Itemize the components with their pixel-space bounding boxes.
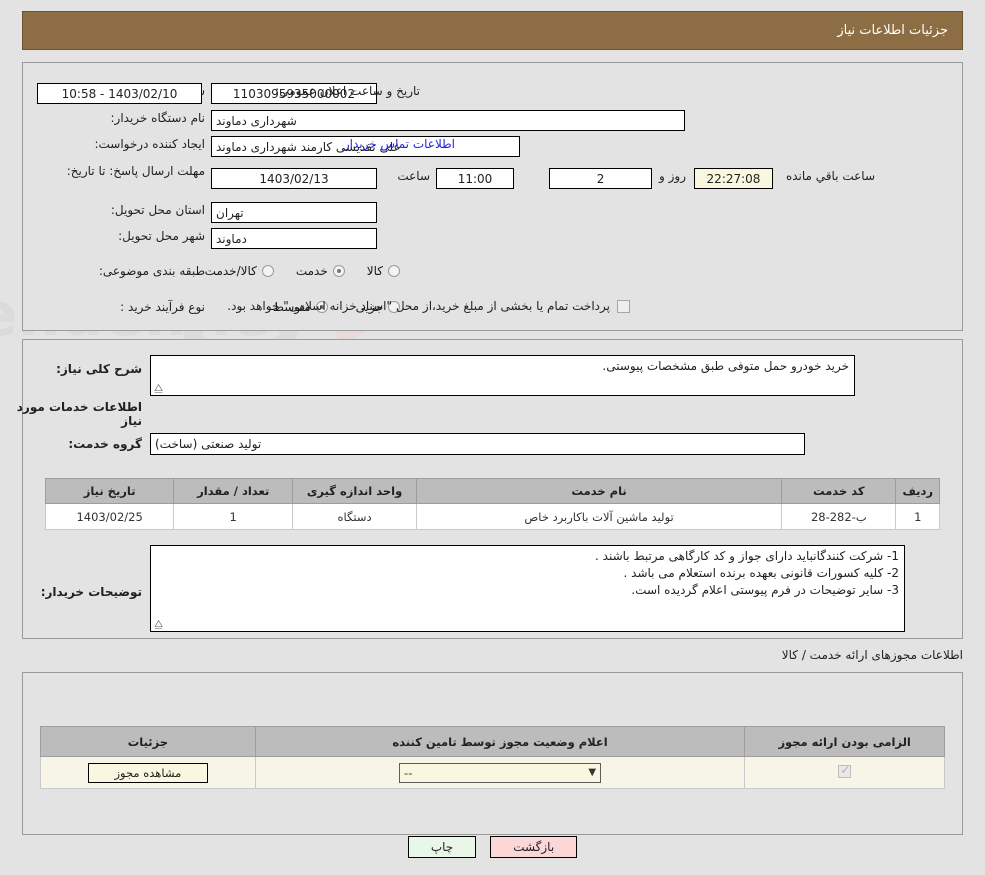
- remaining-days-field: 2: [549, 168, 652, 189]
- province-label: استان محل تحویل:: [110, 203, 205, 217]
- col-quantity: تعداد / مقدار: [173, 478, 294, 504]
- days-word-row: روز و: [659, 169, 686, 183]
- creator-label-row: ایجاد کننده درخواست:: [94, 137, 205, 151]
- buyer-org-label-row: نام دستگاه خریدار:: [111, 111, 206, 125]
- services-table-header-row: ردیف کد خدمت نام خدمت واحد اندازه گیری ت…: [44, 478, 940, 504]
- treasury-checkbox-icon[interactable]: [617, 299, 630, 313]
- deadline-label: مهلت ارسال پاسخ: تا تاریخ:: [66, 164, 205, 178]
- deadline-time-label: ساعت: [397, 169, 430, 183]
- permits-table: الزامی بودن ارائه مجوز اعلام وضعیت مجوز …: [40, 726, 945, 789]
- page-root: AriaTender.net جزئیات اطلاعات نیاز شماره…: [0, 0, 985, 875]
- buyer-note-line: 3- سایر توضیحات در فرم پیوستی اعلام گردی…: [631, 583, 899, 597]
- print-button[interactable]: چاپ: [407, 836, 477, 858]
- footer-button-bar: بازگشت چاپ: [0, 836, 985, 858]
- creator-label: ایجاد کننده درخواست:: [94, 137, 205, 151]
- description-textarea[interactable]: خرید خودرو حمل متوفی طبق مشخصات پیوستی. …: [150, 355, 855, 396]
- province-field: تهران: [211, 202, 377, 223]
- radio-icon[interactable]: [332, 265, 345, 277]
- province-label-row: استان محل تحویل:: [111, 203, 205, 217]
- col-date: تاریخ نیاز: [44, 478, 175, 504]
- deadline-date-field: 1403/02/13: [211, 168, 377, 189]
- cell-permit-details: مشاهده مجوز: [40, 756, 256, 789]
- cell-unit: دستگاه: [292, 503, 417, 530]
- category-option-kala-khedmat[interactable]: کالا/خدمت: [205, 264, 274, 278]
- city-field: دماوند: [211, 228, 377, 249]
- resize-grip-icon[interactable]: ⧋: [153, 384, 163, 394]
- chevron-down-icon: ▼: [588, 767, 597, 778]
- category-option-khedmat[interactable]: خدمت: [296, 264, 345, 278]
- permit-required-checkbox-icon: [838, 763, 852, 778]
- back-button[interactable]: بازگشت: [490, 836, 578, 858]
- category-radio-group: کالا خدمت کالا/خدمت: [205, 264, 400, 278]
- category-label: طبقه بندی موضوعی:: [98, 264, 205, 278]
- process-label-row: نوع فرآیند خرید :: [120, 300, 205, 314]
- permits-section-title: اطلاعات مجوزهای ارائه خدمت / کالا: [781, 648, 963, 662]
- col-index: ردیف: [895, 478, 940, 504]
- remaining-word-row: ساعت باقي مانده: [786, 169, 875, 183]
- announce-label-row: تاریخ و ساعت اعلان عمومی:: [275, 84, 420, 98]
- remaining-hours-label: ساعت باقي مانده: [785, 169, 875, 183]
- city-label: شهر محل تحویل:: [118, 229, 205, 243]
- city-label-row: شهر محل تحویل:: [118, 229, 205, 243]
- buyer-org-label: نام دستگاه خریدار:: [110, 111, 206, 125]
- permit-status-select[interactable]: ▼ --: [399, 762, 602, 783]
- service-group-label: گروه خدمت:: [68, 437, 142, 451]
- cell-permit-status: ▼ --: [254, 756, 746, 789]
- days-word-label: روز و: [659, 169, 686, 183]
- buyer-contact-row: اطلاعات تماس خریدار: [344, 137, 455, 151]
- cell-date: 1403/02/25: [44, 503, 175, 530]
- services-table: ردیف کد خدمت نام خدمت واحد اندازه گیری ت…: [44, 478, 940, 530]
- radio-icon[interactable]: [261, 265, 274, 277]
- description-label: شرح کلی نیاز:: [56, 362, 142, 376]
- radio-icon[interactable]: [388, 265, 400, 277]
- category-option-label: خدمت: [295, 264, 328, 278]
- description-value: خرید خودرو حمل متوفی طبق مشخصات پیوستی.: [602, 359, 849, 373]
- table-row: ▼ -- مشاهده مجوز: [40, 756, 945, 789]
- view-permit-button[interactable]: مشاهده مجوز: [87, 762, 209, 783]
- treasury-checkbox-label: پرداخت تمام یا بخشی از مبلغ خرید،از محل …: [227, 299, 610, 313]
- buyer-notes-label: توضیحات خریدار:: [40, 585, 142, 599]
- category-option-label: کالا/خدمت: [204, 264, 257, 278]
- col-code: کد خدمت: [781, 478, 897, 504]
- cell-index: 1: [895, 503, 940, 530]
- services-section-title: اطلاعات خدمات مورد نیاز: [16, 400, 142, 428]
- buyer-note-line: 1- شرکت کنندگانباید دارای جواز و کد کارگ…: [595, 549, 899, 563]
- table-row: 1 ب-282-28 تولید ماشین آلات باکاربرد خاص…: [44, 503, 940, 530]
- buyer-note-line: 2- کلیه کسورات قانونی بعهده برنده استعلا…: [623, 566, 899, 580]
- col-permit-status: اعلام وضعیت مجوز توسط تامین کننده: [254, 726, 746, 757]
- resize-grip-icon[interactable]: ⧋: [153, 620, 163, 630]
- category-option-label: کالا: [366, 264, 383, 278]
- category-option-kala[interactable]: کالا: [367, 264, 400, 278]
- deadline-label-row: مهلت ارسال پاسخ: تا تاریخ:: [55, 164, 205, 179]
- col-permit-required: الزامی بودن ارائه مجوز: [744, 726, 945, 757]
- col-name: نام خدمت: [415, 478, 783, 504]
- cell-name: تولید ماشین آلات باکاربرد خاص: [415, 503, 783, 530]
- deadline-time-label-row: ساعت: [397, 169, 430, 183]
- permits-table-header-row: الزامی بودن ارائه مجوز اعلام وضعیت مجوز …: [40, 726, 945, 757]
- treasury-checkbox-row[interactable]: پرداخت تمام یا بخشی از مبلغ خرید،از محل …: [227, 299, 630, 313]
- col-unit: واحد اندازه گیری: [292, 478, 417, 504]
- permit-status-value: --: [404, 765, 413, 780]
- page-header-bar: جزئیات اطلاعات نیاز: [22, 11, 963, 50]
- buyer-contact-link[interactable]: اطلاعات تماس خریدار: [344, 137, 455, 151]
- countdown-field: 22:27:08: [694, 168, 773, 189]
- col-permit-details: جزئیات: [40, 726, 256, 757]
- process-type-label: نوع فرآیند خرید :: [120, 300, 205, 314]
- deadline-time-field: 11:00: [436, 168, 514, 189]
- buyer-org-field: شهرداری دماوند: [211, 110, 685, 131]
- category-label-row: طبقه بندی موضوعی:: [99, 264, 205, 278]
- service-group-field: تولید صنعتی (ساخت): [150, 433, 805, 455]
- buyer-notes-textarea[interactable]: 1- شرکت کنندگانباید دارای جواز و کد کارگ…: [150, 545, 905, 632]
- page-title: جزئیات اطلاعات نیاز: [837, 23, 948, 38]
- cell-code: ب-282-28: [781, 503, 897, 530]
- cell-quantity: 1: [173, 503, 294, 530]
- announce-datetime-label: تاریخ و ساعت اعلان عمومی:: [275, 84, 420, 98]
- announce-datetime-field: 1403/02/10 - 10:58: [37, 83, 202, 104]
- cell-permit-required: [744, 756, 945, 789]
